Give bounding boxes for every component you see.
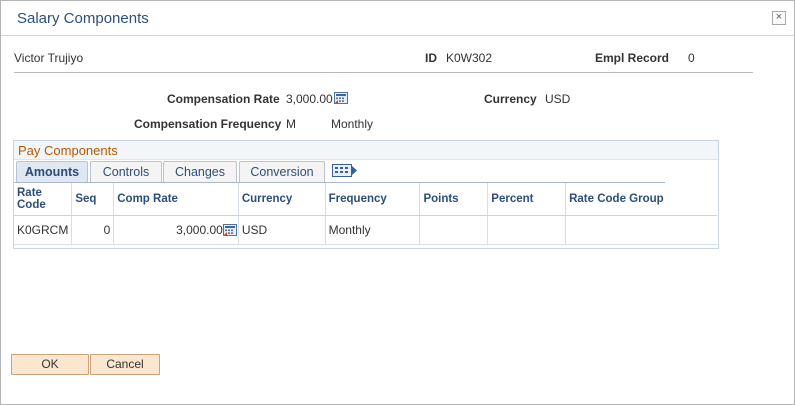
column-header-rate-code[interactable]: Rate Code <box>14 183 73 216</box>
id-value: K0W302 <box>446 51 493 65</box>
compensation-rate-value: 3,000.00 <box>286 92 333 106</box>
header-divider <box>14 72 753 73</box>
cell-percent <box>487 215 567 245</box>
column-header-percent[interactable]: Percent <box>487 183 567 216</box>
id-label: ID <box>425 51 437 65</box>
compensation-frequency-label: Compensation Frequency <box>134 117 282 131</box>
column-header-frequency[interactable]: Frequency <box>325 183 421 216</box>
show-all-columns-icon[interactable] <box>332 162 358 179</box>
grid-title: Pay Components <box>18 143 118 158</box>
column-header-seq[interactable]: Seq <box>71 183 115 216</box>
currency-value: USD <box>545 92 571 106</box>
calculator-icon[interactable] <box>334 91 348 105</box>
calculator-icon[interactable] <box>222 223 237 237</box>
employee-name: Victor Trujiyo <box>14 51 84 65</box>
tab-changes[interactable]: Changes <box>163 161 237 182</box>
dialog-titlebar: Salary Components × <box>1 1 794 36</box>
column-header-rate-code-group[interactable]: Rate Code Group <box>565 183 717 216</box>
tab-controls[interactable]: Controls <box>90 161 162 182</box>
cell-seq: 0 <box>71 215 115 245</box>
tab-amounts[interactable]: Amounts <box>16 161 88 183</box>
close-icon[interactable]: × <box>772 11 786 25</box>
grid-title-bar: Pay Components <box>14 141 718 160</box>
pay-components-grid: Pay Components Amounts Controls Changes … <box>13 140 719 249</box>
salary-components-dialog: Salary Components × Victor Trujiyo ID K0… <box>0 0 795 405</box>
compensation-frequency-text: Monthly <box>331 117 374 131</box>
column-header-currency[interactable]: Currency <box>238 183 326 216</box>
table-header-row: Rate Code Seq Comp Rate Currency Frequen… <box>14 183 717 216</box>
cell-comp-rate: 3,000.00 <box>176 223 223 237</box>
ok-button[interactable]: OK <box>11 354 89 375</box>
empl-record-label: Empl Record <box>595 51 670 65</box>
cell-comp-rate-wrap: 3,000.00 <box>113 215 239 245</box>
pay-components-table: Rate Code Seq Comp Rate Currency Frequen… <box>14 183 717 245</box>
cell-frequency: Monthly <box>325 215 421 245</box>
table-row: K0GRCM 0 3,000.00 USD Monthly <box>14 215 717 245</box>
column-header-comp-rate[interactable]: Comp Rate <box>113 183 239 216</box>
empl-record-value: 0 <box>688 51 695 65</box>
tab-conversion[interactable]: Conversion <box>239 161 325 182</box>
cell-rate-code-group <box>565 215 717 245</box>
cancel-button[interactable]: Cancel <box>90 354 160 375</box>
column-header-points[interactable]: Points <box>419 183 489 216</box>
cell-currency: USD <box>238 215 326 245</box>
dialog-title: Salary Components <box>17 10 149 27</box>
currency-label: Currency <box>484 92 537 106</box>
compensation-rate-label: Compensation Rate <box>167 92 280 106</box>
compensation-frequency-code: M <box>286 117 296 131</box>
cell-points <box>419 215 489 245</box>
cell-rate-code: K0GRCM <box>14 215 73 245</box>
